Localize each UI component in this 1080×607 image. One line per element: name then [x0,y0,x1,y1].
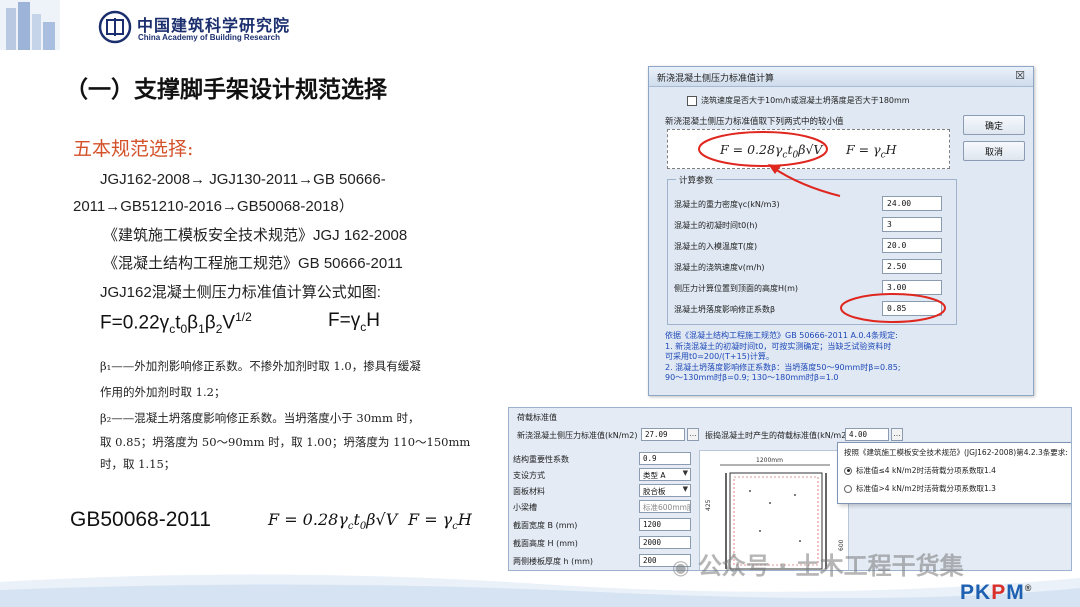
brand-pk: PK [960,581,992,604]
slump-checkbox-row[interactable]: 浇筑速度是否大于10m/h或混凝土坍落度是否大于180mm [687,95,910,106]
param-label: 混凝土坍落度影响修正系数β [674,305,776,314]
slump-checkbox[interactable] [687,95,697,106]
chevron-down-icon: ▼ [682,485,688,493]
basis-line: 可采用t0=200/(T+15)计算。 [665,352,774,361]
support-type-value: 类型 A [643,471,666,480]
formula-intro: JGJ162混凝土侧压力标准值计算公式如图: [100,284,381,301]
option-factor-1-4[interactable]: 标准值≤4 kN/m2时活荷载分项系数取1.4 [844,465,996,476]
radio-selected-icon[interactable] [844,466,852,475]
importance-factor-input[interactable]: 0.9 [639,452,691,465]
popup-title: 按照《建筑施工模板安全技术规范》(JGJ162-2008)第4.2.3条要求: [844,448,1068,457]
dialog-titlebar: 新浇混凝土侧压力标准值计算 ☒ [649,67,1033,87]
code-name-jgj162: 《建筑施工模板安全技术规范》JGJ 162-2008 [103,227,408,244]
academy-logo [98,10,132,44]
jgj162-formula-2: F=γcH [328,310,380,334]
radio-icon[interactable] [844,484,852,493]
lateral-pressure-dialog: 新浇混凝土侧压力标准值计算 ☒ 浇筑速度是否大于10m/h或混凝土坍落度是否大于… [648,66,1034,396]
row-label: 小梁槽 [513,503,537,512]
params-group: 计算参数 混凝土的重力密度γc(kN/m3) 24.00 混凝土的初凝时间t0(… [667,174,957,325]
concrete-density-input[interactable]: 24.00 [882,196,942,211]
vibration-load-more-button[interactable]: … [891,428,903,441]
param-label: 混凝土的重力密度γc(kN/m3) [674,200,780,209]
load-group-title: 荷载标准值 [517,413,557,422]
concrete-pressure-input[interactable]: 27.09 [641,428,685,441]
basis-line: 1. 新浇混凝土的初凝时间t0，可按实测确定；当缺乏试验资料时 [665,341,892,351]
panel-material-value: 胶合板 [643,487,666,496]
row-label: 截面宽度 B (mm) [513,521,578,530]
beta1-note-line-1: β₁——外加剂影响修正系数。不掺外加剂时取 1.0，掺具有缓凝 [100,359,421,373]
param-row: 侧压力计算位置到顶面的高度H(m) 3.00 [674,280,952,298]
safety-factor-popup: 按照《建筑施工模板安全技术规范》(JGJ162-2008)第4.2.3条要求: … [837,442,1071,504]
dialog-title: 新浇混凝土侧压力标准值计算 [657,74,775,84]
support-type-select[interactable]: 类型 A ▼ [639,468,691,481]
pour-temperature-input[interactable]: 20.0 [882,238,942,253]
row-label: 截面高度 H (mm) [513,539,578,548]
initial-set-time-input[interactable]: 3 [882,217,942,232]
option-label: 标准值>4 kN/m2时活荷载分项系数取1.3 [856,484,996,493]
vibration-load-label: 振捣混凝土时产生的荷载标准值(kN/m2) [705,431,850,440]
beta2-note-line-1: β₂——混凝土坍落度影响修正系数。当坍落度小于 30mm 时， [100,411,420,425]
basis-line: 90～130mm时β=0.9; 130～180mm时β=1.0 [665,373,839,382]
preview-left-dim: 425 [705,499,712,511]
option-factor-1-3[interactable]: 标准值>4 kN/m2时活荷载分项系数取1.3 [844,483,996,494]
chevron-down-icon: ▼ [682,469,688,477]
param-label: 混凝土的入模温度T(度) [674,242,758,251]
basis-line: 依据《混凝土结构工程施工规范》GB 50666-2011 A.0.4条规定: [665,331,898,340]
gb-formula-1: F = 0.28γct0β√V [268,510,398,533]
formula-display: F = 0.28γct0β√V F = γcH [667,129,950,169]
vibration-load-input[interactable]: 4.00 [845,428,889,441]
concrete-pressure-more-button[interactable]: … [687,428,699,441]
param-row: 混凝土的浇筑速度v(m/h) 2.50 [674,259,952,277]
formula-a: F = 0.28γct0β√V [720,142,823,161]
footer-wave [0,574,1080,607]
param-row: 混凝土的初凝时间t0(h) 3 [674,217,952,235]
brand-o: P [991,581,1007,604]
close-icon[interactable]: ☒ [1015,69,1025,82]
gb50068-label: GB50068-2011 [70,508,211,531]
row-label: 面板材料 [513,487,545,496]
params-legend: 计算参数 [676,174,717,186]
option-label: 标准值≤4 kN/m2时活荷载分项系数取1.4 [856,466,996,475]
formula-b: F = γcH [846,142,897,161]
beta2-note-line-3: 时，取 1.15； [100,457,176,471]
brand-m: M [1006,581,1025,604]
gb-formula-2: F = γcH [408,510,472,533]
slide-title: （一）支撑脚手架设计规范选择 [65,77,387,103]
height-input[interactable]: 3.00 [882,280,942,295]
row-label: 结构重要性系数 [513,455,569,464]
param-label: 混凝土的初凝时间t0(h) [674,221,758,230]
pour-speed-input[interactable]: 2.50 [882,259,942,274]
beta1-note-line-2: 作用的外加剂时取 1.2； [100,385,226,399]
code-sequence-line-2: 2011→GB51210-2016→GB50068-2018） [73,198,354,215]
code-name-gb50666: 《混凝土结构工程施工规范》GB 50666-2011 [103,255,403,272]
small-beam-select[interactable]: 标准600mm胶合板规格3.00mm [639,500,691,513]
basis-line: 2. 混凝土坍落度影响修正系数β：当坍落度50～90mm时β=0.85; [665,362,901,372]
panel-material-select[interactable]: 胶合板 ▼ [639,484,691,497]
code-sequence-line-1: JGJ162-2008→ JGJ130-2011→GB 50666- [100,171,386,188]
standard-description: 新浇混凝土侧压力标准值取下列两式中的较小值 [665,117,844,127]
code-basis-text: 依据《混凝土结构工程施工规范》GB 50666-2011 A.0.4条规定: 1… [665,331,901,384]
param-label: 侧压力计算位置到顶面的高度H(m) [674,284,799,293]
small-beam-value: 标准600mm胶合板规格3.00mm [643,503,690,512]
preview-width-dim: 1200mm [756,457,783,464]
section-subtitle: 五本规范选择: [73,138,194,160]
slump-checkbox-label: 浇筑速度是否大于10m/h或混凝土坍落度是否大于180mm [701,96,910,105]
param-row: 混凝土坍落度影响修正系数β 0.85 [674,301,952,319]
row-label: 支设方式 [513,471,545,480]
ok-button[interactable]: 确定 [963,115,1025,135]
cancel-button[interactable]: 取消 [963,141,1025,161]
building-graphic [0,0,60,50]
beta2-note-line-2: 取 0.85；坍落度为 50～90mm 时，取 1.00；坍落度为 110～15… [100,435,471,449]
param-row: 混凝土的入模温度T(度) 20.0 [674,238,952,256]
slump-factor-input[interactable]: 0.85 [882,301,942,316]
param-label: 混凝土的浇筑速度v(m/h) [674,263,765,272]
concrete-pressure-label: 新浇混凝土侧压力标准值(kN/m2) [517,431,638,440]
org-name-en: China Academy of Building Research [138,33,280,42]
pkpm-logo: PKPM® [960,581,1032,605]
section-width-input[interactable]: 1200 [639,518,691,531]
jgj162-formula: F=0.22γct0β1β2V1/2 [100,310,252,337]
registered-mark: ® [1024,583,1033,593]
param-row: 混凝土的重力密度γc(kN/m3) 24.00 [674,196,952,214]
